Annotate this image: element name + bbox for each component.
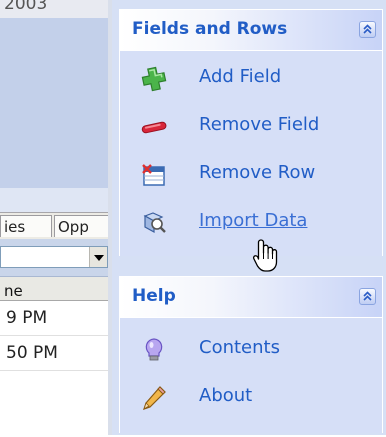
grid-column-header[interactable]: ne	[0, 277, 108, 301]
import-data-link[interactable]: Import Data	[199, 210, 307, 231]
table-row[interactable]: 50 PM	[0, 337, 108, 371]
red-minus-icon	[141, 114, 167, 140]
background-pane	[0, 18, 108, 188]
background-top-bar: 2003	[0, 0, 112, 19]
table-row[interactable]: 9 PM	[0, 302, 108, 336]
background-separator	[0, 188, 112, 212]
help-body: Contents About	[120, 318, 382, 433]
import-data-item[interactable]: Import Data	[120, 203, 382, 243]
help-header[interactable]: Help	[120, 277, 382, 318]
remove-field-link[interactable]: Remove Field	[199, 114, 319, 135]
help-title: Help	[132, 286, 176, 306]
pencil-icon	[141, 385, 167, 411]
collapse-help-button[interactable]	[359, 288, 376, 305]
background-grid: ne 9 PM 50 PM	[0, 276, 108, 437]
background-tab-strip: ies Opp	[0, 212, 112, 239]
background-tab-2[interactable]: Opp	[54, 215, 112, 237]
help-group: Help Contents About	[119, 276, 383, 433]
about-item[interactable]: About	[120, 378, 382, 418]
background-combo-box[interactable]	[0, 246, 108, 268]
background-top-text: 2003	[4, 0, 48, 14]
fields-and-rows-body: Add Field Remove Field Remove Row Import…	[120, 51, 382, 256]
contents-item[interactable]: Contents	[120, 330, 382, 370]
add-field-link[interactable]: Add Field	[199, 66, 281, 87]
add-field-item[interactable]: Add Field	[120, 59, 382, 99]
fields-and-rows-header[interactable]: Fields and Rows	[120, 10, 382, 51]
about-link[interactable]: About	[199, 385, 252, 406]
remove-row-icon	[141, 162, 167, 188]
chevron-down-icon[interactable]	[89, 247, 107, 267]
fields-and-rows-group: Fields and Rows Add Field Remove Field R…	[119, 9, 383, 256]
remove-row-item[interactable]: Remove Row	[120, 155, 382, 195]
background-app-area: 2003 ies Opp ne 9 PM 50 PM	[0, 0, 112, 437]
collapse-fields-and-rows-button[interactable]	[359, 21, 376, 38]
hand-cursor-icon	[252, 238, 282, 278]
remove-field-item[interactable]: Remove Field	[120, 107, 382, 147]
fields-and-rows-title: Fields and Rows	[132, 19, 288, 39]
contents-link[interactable]: Contents	[199, 337, 280, 358]
green-plus-icon	[141, 66, 167, 92]
background-tab-1[interactable]: ies	[0, 215, 52, 237]
chevron-up-double-icon	[363, 291, 372, 301]
import-data-icon	[141, 210, 167, 236]
lightbulb-icon	[141, 337, 167, 363]
remove-row-link[interactable]: Remove Row	[199, 162, 315, 183]
task-pane: Fields and Rows Add Field Remove Field R…	[112, 0, 386, 435]
chevron-up-double-icon	[363, 24, 372, 34]
